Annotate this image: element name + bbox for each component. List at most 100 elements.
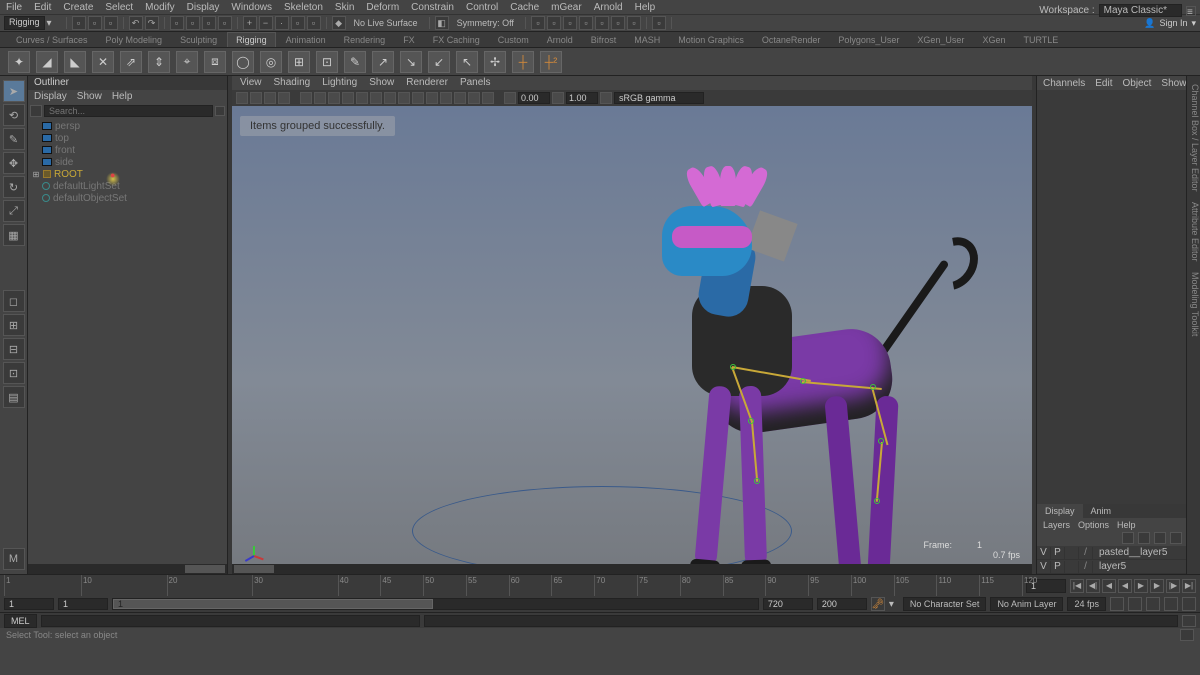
vp-menu-panels[interactable]: Panels: [460, 77, 491, 89]
select-component-icon[interactable]: ▫: [218, 16, 232, 30]
time-ruler[interactable]: 1102030404550556065707580859095100105110…: [4, 575, 1022, 596]
menu-constrain[interactable]: Constrain: [411, 2, 454, 13]
sidebar-tab-toolkit[interactable]: Modeling Toolkit: [1190, 272, 1200, 336]
layer-name[interactable]: layer5: [1093, 561, 1126, 572]
signin-label[interactable]: Sign In: [1159, 18, 1187, 28]
outliner-menu-display[interactable]: Display: [34, 91, 67, 103]
symmetry-toggle-icon[interactable]: ◧: [435, 16, 449, 30]
workspace-selector[interactable]: Workspace : Maya Classic* ≡: [1039, 4, 1196, 17]
play-back-icon[interactable]: ◀: [1118, 579, 1132, 593]
shelf-tab-mash[interactable]: MASH: [626, 33, 668, 47]
shelf-btn-2[interactable]: ◢: [36, 51, 58, 73]
workspace-value[interactable]: Maya Classic*: [1099, 4, 1182, 17]
shelf-btn-3[interactable]: ◣: [64, 51, 86, 73]
menu-help[interactable]: Help: [635, 2, 656, 13]
shelf-btn-20[interactable]: ┼²: [540, 51, 562, 73]
vp-gamma-input[interactable]: [566, 92, 598, 104]
vp-safe-action-icon[interactable]: [370, 92, 382, 104]
command-input[interactable]: [41, 615, 421, 627]
loop-icon[interactable]: [1110, 597, 1124, 611]
outliner-scrollbar[interactable]: [28, 564, 227, 574]
vp-smooth-shade-icon[interactable]: [412, 92, 424, 104]
vp-xray-joints-icon[interactable]: [482, 92, 494, 104]
cb-menu-object[interactable]: Object: [1123, 78, 1152, 88]
vp-film-gate-icon[interactable]: [314, 92, 326, 104]
layout-single[interactable]: ◻: [3, 290, 25, 312]
layout-four[interactable]: ⊞: [3, 314, 25, 336]
vp-field-chart-icon[interactable]: [356, 92, 368, 104]
select-by-type-icon[interactable]: ▫: [170, 16, 184, 30]
range-track[interactable]: 1: [112, 598, 759, 610]
account-icon[interactable]: 👤: [1144, 18, 1155, 29]
outliner-node-side[interactable]: side: [30, 156, 225, 168]
render-icon[interactable]: ▫: [547, 16, 561, 30]
menu-skeleton[interactable]: Skeleton: [284, 2, 323, 13]
vp-select-camera-icon[interactable]: [236, 92, 248, 104]
layer-moveup-icon[interactable]: [1122, 532, 1134, 544]
module-selector[interactable]: Rigging: [4, 16, 45, 30]
paint-select-tool[interactable]: ✎: [3, 128, 25, 150]
symmetry-label[interactable]: Symmetry: Off: [451, 18, 520, 28]
shelf-tab-bifrost[interactable]: Bifrost: [583, 33, 625, 47]
shelf-tab-animation[interactable]: Animation: [278, 33, 334, 47]
outliner-node-top[interactable]: top: [30, 132, 225, 144]
step-forward-key-icon[interactable]: |▶: [1166, 579, 1180, 593]
range-end-inner[interactable]: [763, 598, 813, 610]
vp-bookmark-icon[interactable]: [250, 92, 262, 104]
shelf-btn-6[interactable]: ⇕: [148, 51, 170, 73]
autokey-dropdown-icon[interactable]: ▾: [889, 599, 899, 610]
snap-plane-icon[interactable]: ▫: [291, 16, 305, 30]
outliner-search-input[interactable]: [44, 105, 213, 117]
shelf-tab-xgenuser[interactable]: XGen_User: [909, 33, 972, 47]
snap-point-icon[interactable]: ·: [275, 16, 289, 30]
shelf-btn-14[interactable]: ↗: [372, 51, 394, 73]
layer-row[interactable]: V P / layer5: [1037, 560, 1186, 574]
step-back-key-icon[interactable]: ◀|: [1086, 579, 1100, 593]
vp-menu-shading[interactable]: Shading: [274, 77, 311, 89]
layout-two-v[interactable]: ⊡: [3, 362, 25, 384]
vp-gamma-icon[interactable]: [552, 92, 564, 104]
fps-dropdown[interactable]: 24 fps: [1067, 597, 1106, 611]
layer-tab-anim[interactable]: Anim: [1083, 504, 1120, 518]
rotate-tool[interactable]: ↻: [3, 176, 25, 198]
layer-name[interactable]: pasted__layer5: [1093, 547, 1167, 558]
layer-new-empty-icon[interactable]: [1154, 532, 1166, 544]
shelf-btn-11[interactable]: ⊞: [288, 51, 310, 73]
render-settings-icon[interactable]: ▫: [579, 16, 593, 30]
shelf-tab-mograph[interactable]: Motion Graphics: [670, 33, 752, 47]
vp-exposure-input[interactable]: [518, 92, 550, 104]
viewport-scrollbar[interactable]: [232, 564, 1032, 574]
shelf-tab-polyuser[interactable]: Polygons_User: [830, 33, 907, 47]
cb-menu-show[interactable]: Show: [1161, 78, 1186, 88]
menu-display[interactable]: Display: [187, 2, 220, 13]
vp-gate-mask-icon[interactable]: [342, 92, 354, 104]
sidebar-tab-channelbox[interactable]: Channel Box / Layer Editor: [1190, 84, 1200, 192]
layout-two-h[interactable]: ⊟: [3, 338, 25, 360]
helpline-toggle-icon[interactable]: [1180, 629, 1194, 641]
select-object-icon[interactable]: ▫: [202, 16, 216, 30]
cb-menu-channels[interactable]: Channels: [1043, 78, 1085, 88]
snap-grid-icon[interactable]: +: [243, 16, 257, 30]
shelf-btn-19[interactable]: ┼: [512, 51, 534, 73]
vp-menu-show[interactable]: Show: [369, 77, 394, 89]
layer-play-toggle[interactable]: P: [1051, 547, 1065, 559]
outliner-search-options-icon[interactable]: [215, 106, 225, 116]
outliner-menu-help[interactable]: Help: [112, 91, 133, 103]
layer-play-toggle[interactable]: P: [1051, 561, 1065, 573]
undo-icon[interactable]: ↶: [129, 16, 143, 30]
time-slider[interactable]: 1102030404550556065707580859095100105110…: [0, 574, 1200, 596]
shelf-tab-turtle[interactable]: TURTLE: [1015, 33, 1066, 47]
vp-isolate-icon[interactable]: [454, 92, 466, 104]
menu-mgear[interactable]: mGear: [551, 2, 582, 13]
menu-skin[interactable]: Skin: [335, 2, 354, 13]
shelf-tab-arnold[interactable]: Arnold: [539, 33, 581, 47]
last-tool[interactable]: ▦: [3, 224, 25, 246]
vp-view-transform-icon[interactable]: [600, 92, 612, 104]
vp-resolution-gate-icon[interactable]: [328, 92, 340, 104]
module-dropdown-icon[interactable]: ▾: [47, 18, 61, 29]
shelf-btn-7[interactable]: ⌖: [176, 51, 198, 73]
vp-image-plane-icon[interactable]: [264, 92, 276, 104]
shelf-tab-rendering[interactable]: Rendering: [336, 33, 394, 47]
live-surface-icon[interactable]: ◆: [332, 16, 346, 30]
vp-grid-icon[interactable]: [300, 92, 312, 104]
